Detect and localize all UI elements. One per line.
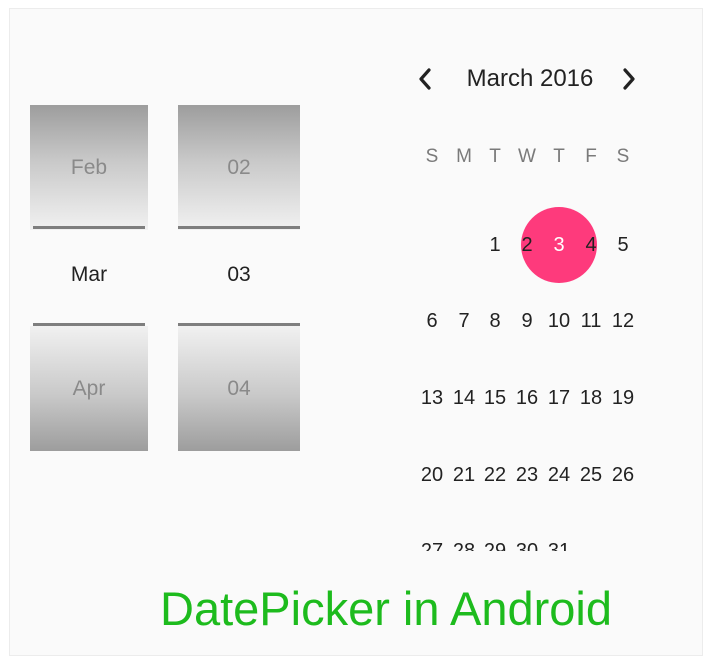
calendar-day[interactable]: 5 bbox=[607, 229, 639, 261]
month-next-value[interactable]: Apr bbox=[30, 326, 148, 451]
calendar-day[interactable]: 6 bbox=[416, 305, 448, 337]
calendar-day[interactable]: 8 bbox=[479, 305, 511, 337]
next-month-button[interactable] bbox=[616, 63, 642, 95]
calendar-day[interactable]: 11 bbox=[575, 305, 607, 337]
calendar-day[interactable]: 15 bbox=[479, 382, 511, 414]
calendar-day[interactable]: 13 bbox=[416, 382, 448, 414]
day-current-value[interactable]: 03 bbox=[178, 256, 300, 294]
month-title: March 2016 bbox=[466, 65, 594, 92]
calendar-day[interactable]: 10 bbox=[543, 305, 575, 337]
calendar-day[interactable]: 25 bbox=[575, 459, 607, 491]
weekday-label: T bbox=[553, 146, 565, 167]
screenshot-frame: Feb Mar Apr 02 03 04 March 2016 SMTWTFS1… bbox=[9, 8, 703, 656]
calendar-day[interactable]: 27 bbox=[416, 535, 448, 552]
calendar-day[interactable]: 17 bbox=[543, 382, 575, 414]
weekday-label: S bbox=[425, 146, 439, 167]
day-next-value[interactable]: 04 bbox=[178, 326, 300, 451]
calendar-header: March 2016 bbox=[412, 59, 648, 99]
calendar-day[interactable]: 12 bbox=[607, 305, 639, 337]
caption: DatePicker in Android bbox=[160, 582, 612, 635]
day-divider-top bbox=[178, 226, 300, 229]
calendar-day[interactable]: 29 bbox=[479, 535, 511, 552]
weekday-label: W bbox=[518, 146, 536, 167]
calendar-day[interactable]: 23 bbox=[511, 459, 543, 491]
calendar-day[interactable]: 26 bbox=[607, 459, 639, 491]
calendar-day[interactable]: 30 bbox=[511, 535, 543, 552]
month-prev-value[interactable]: Feb bbox=[30, 105, 148, 230]
calendar-day[interactable]: 1 bbox=[479, 229, 511, 261]
calendar-grid: S M T W T F S 1 2 3 4 5 6 7 8 9 10 11 12 13 14 15 16 17 18 19 20 21… bbox=[416, 141, 640, 551]
month-current-value[interactable]: Mar bbox=[30, 256, 148, 294]
calendar-day[interactable]: 4 bbox=[575, 229, 607, 261]
calendar-day[interactable]: 7 bbox=[448, 305, 480, 337]
calendar-day[interactable]: 9 bbox=[511, 305, 543, 337]
calendar-day[interactable]: 14 bbox=[448, 382, 480, 414]
calendar-day[interactable]: 19 bbox=[607, 382, 639, 414]
calendar-day[interactable]: 21 bbox=[448, 459, 480, 491]
weekday-label: T bbox=[489, 146, 501, 167]
prev-month-button[interactable] bbox=[412, 63, 438, 95]
chevron-right-icon bbox=[623, 68, 635, 90]
calendar-day[interactable]: 20 bbox=[416, 459, 448, 491]
calendar-day[interactable]: 18 bbox=[575, 382, 607, 414]
selected-day[interactable]: 3 bbox=[543, 229, 575, 261]
weekday-label: S bbox=[616, 146, 630, 167]
month-divider-top bbox=[33, 226, 145, 229]
chevron-left-icon bbox=[419, 68, 431, 90]
day-spinner[interactable]: 02 03 04 bbox=[178, 105, 300, 451]
day-prev-value[interactable]: 02 bbox=[178, 105, 300, 230]
calendar-day[interactable]: 22 bbox=[479, 459, 511, 491]
weekday-label: F bbox=[585, 146, 597, 167]
weekday-label: M bbox=[456, 146, 472, 167]
month-spinner[interactable]: Feb Mar Apr bbox=[30, 105, 148, 451]
calendar-day[interactable]: 28 bbox=[448, 535, 480, 552]
calendar-day[interactable]: 31 bbox=[543, 535, 575, 552]
calendar-day[interactable]: 24 bbox=[543, 459, 575, 491]
calendar-day[interactable]: 2 bbox=[511, 229, 543, 261]
calendar-day[interactable]: 16 bbox=[511, 382, 543, 414]
